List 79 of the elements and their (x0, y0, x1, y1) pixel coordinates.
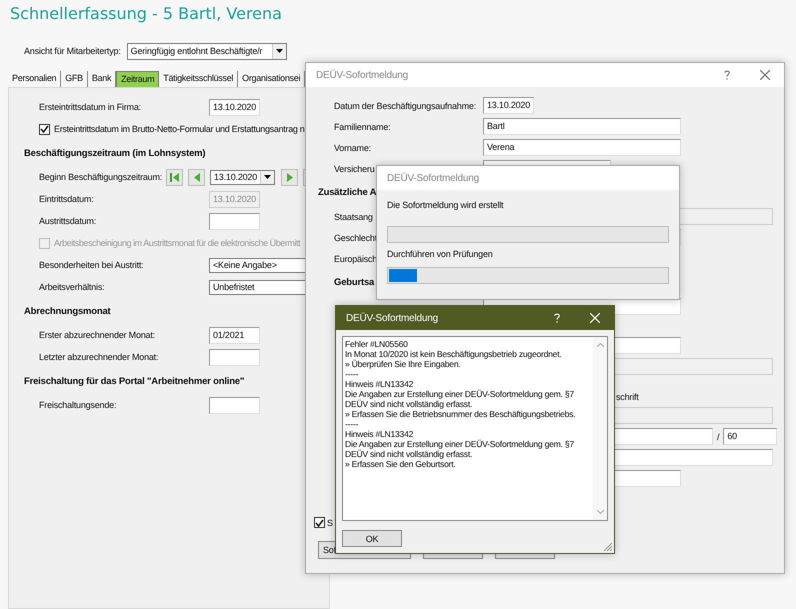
field-label: Beginn Beschäftigungszeitraum: (39, 172, 164, 182)
input-field[interactable]: 01/2021 (209, 326, 260, 344)
previous-button[interactable] (188, 168, 205, 186)
input-field[interactable]: 13.10.2020 (209, 98, 260, 116)
checkbox-label: Ersteintrittsdatum im Brutto-Netto-Formular und Erstattungsantrag n (54, 124, 305, 134)
left-triangle-icon (194, 172, 200, 182)
caret-icon (264, 175, 271, 179)
field-label: Austrittsdatum: (39, 216, 98, 226)
field-label: Ersteintrittsdatum in Firma: (39, 102, 142, 112)
input-field[interactable]: Bartl (483, 118, 681, 135)
resize-grip-icon (603, 542, 612, 551)
field-label: Eintrittsdatum: (39, 194, 95, 204)
close-icon (590, 313, 600, 323)
close-icon (760, 70, 770, 80)
field-label: Vorname: (334, 142, 372, 152)
section-heading: Geburtsa (334, 277, 374, 288)
input-field[interactable]: Verena (483, 139, 681, 156)
date-dropdown[interactable]: 13.10.2020 (210, 170, 275, 184)
checkbox-label: Arbeitsbescheinigung im Austrittsmonat für die elektronische Übermitt (54, 238, 300, 248)
section-heading: Beschäftigungszeitraum (im Lohnsystem) (24, 148, 206, 158)
question-mark-icon (724, 70, 730, 80)
field-label: Letzter abzurechnender Monat: (39, 352, 160, 362)
check-icon (40, 125, 49, 133)
progress-label: Durchführen von Prüfungen (387, 249, 494, 261)
dialog-title: DEÜV-Sofortmeldung (346, 312, 440, 324)
dropdown-button[interactable] (260, 170, 274, 184)
message-line: Die Angaben zur Erstellung einer DEÜV-Sofortmeldung gem. §7 (345, 439, 575, 449)
message-line: DEÜV sind nicht vollständig erfasst. (345, 399, 474, 409)
message-line: In Monat 10/2020 ist kein Beschäftigungsbetrieb zugeordnet. (345, 349, 562, 359)
first-button[interactable] (166, 168, 183, 186)
question-mark-icon (554, 313, 560, 323)
section-heading: Zusätzliche A (318, 187, 376, 198)
field-label: Versicheru (334, 164, 376, 174)
field-label: Europäisch (334, 254, 378, 264)
message-line: DEÜV sind nicht vollständig erfasst. (345, 449, 474, 459)
message-line: » Erfassen Sie den Geburtsort. (345, 459, 456, 469)
field-label: Besonderheiten bei Austritt: (39, 260, 144, 270)
section-heading: Abrechnungsmonat (24, 306, 111, 316)
message-line: ----- (345, 369, 360, 379)
message-line: » Überprüfen Sie Ihre Eingaben. (345, 359, 462, 369)
input-field[interactable]: 60 (723, 428, 778, 445)
dropdown-button[interactable] (272, 44, 286, 58)
field-label: Erster abzurechnender Monat: (39, 330, 156, 340)
message-line: » Erfassen Sie die Betriebsnummer des Beschäftigungsbetriebs. (345, 409, 576, 419)
field-label: schrift (616, 392, 639, 402)
check-icon (315, 518, 324, 526)
right-triangle-icon (286, 172, 292, 182)
message-line: ----- (345, 419, 360, 429)
dialog-title: DEÜV-Sofortmeldung (316, 70, 410, 80)
message-line: Die Angaben zur Erstellung einer DEÜV-Sofortmeldung gem. §7 (345, 389, 575, 399)
scrollbar[interactable] (593, 337, 607, 520)
field-label: Datum der Beschäftigungsaufnahme: (334, 100, 477, 110)
message-line: Fehler #LN05560 (345, 339, 409, 349)
field-label: Familienname: (334, 122, 392, 132)
field-label: Ansicht für Mitarbeitertyp: (24, 46, 121, 56)
checkbox-label: S (327, 518, 333, 528)
first-icon (170, 172, 179, 182)
input-field[interactable] (209, 212, 260, 230)
input-field[interactable] (209, 396, 260, 414)
tab[interactable]: Zeitraum (116, 71, 160, 88)
message-line: Hinweis #LN13342 (345, 429, 414, 439)
checkbox[interactable] (39, 124, 50, 134)
message-line: Hinweis #LN13342 (345, 379, 414, 389)
field-label: Arbeitsverhältnis: (39, 282, 106, 292)
input-field[interactable] (209, 348, 260, 366)
next-button[interactable] (281, 168, 298, 186)
field-label: Geschlecht (334, 232, 378, 242)
section-heading: Freischaltung für das Portal "Arbeitnehmer online" (24, 376, 244, 386)
window-title: Schnellerfassung - 5 Bartl, Verena (10, 4, 283, 25)
checkbox[interactable] (314, 517, 325, 528)
separator-text: / (717, 432, 720, 442)
ok-button[interactable]: OK (342, 530, 402, 547)
progress-label: Die Sofortmeldung wird erstellt (387, 200, 504, 212)
caret-icon (276, 49, 283, 53)
field-label: Freischaltungsende: (39, 400, 118, 410)
view-dropdown[interactable]: Geringfügig entlohnt Beschäftigte/r (126, 42, 287, 60)
input-field[interactable]: 13.10.2020 (483, 97, 534, 114)
dialog-title: DEÜV-Sofortmeldung (387, 172, 480, 184)
field-label: Staatsang (334, 212, 374, 222)
